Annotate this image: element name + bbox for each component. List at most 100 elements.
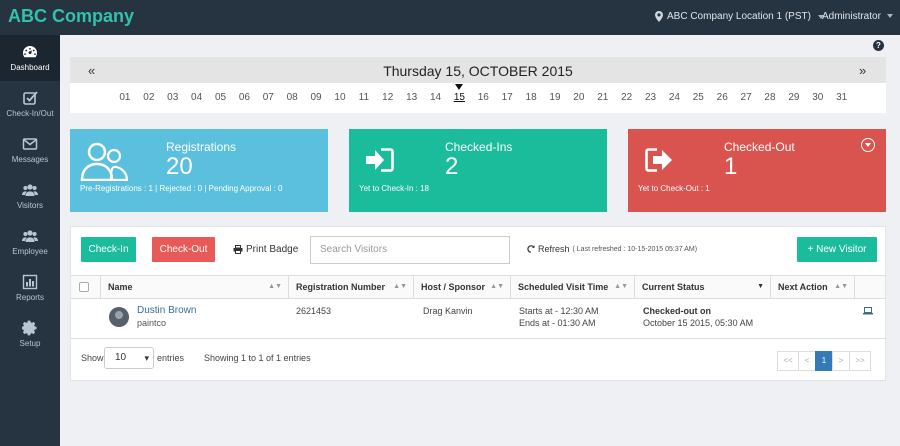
column-header-name[interactable]: Name ▲▼: [101, 276, 289, 298]
day-16[interactable]: 16: [471, 92, 495, 103]
day-04[interactable]: 04: [185, 92, 209, 103]
day-08[interactable]: 08: [280, 92, 304, 103]
column-header-next-action[interactable]: Next Action ▲▼: [771, 276, 855, 298]
day-14[interactable]: 14: [424, 92, 448, 103]
column-label: Current Status: [642, 282, 705, 292]
day-20[interactable]: 20: [567, 92, 591, 103]
location-label: ABC Company Location 1 (PST): [667, 11, 811, 22]
last-page-button[interactable]: >>: [849, 351, 871, 371]
page-1-button[interactable]: 1: [815, 351, 833, 371]
sidebar-item-reports[interactable]: Reports: [0, 265, 60, 311]
sidebar-item-label: Employee: [12, 247, 48, 256]
day-25[interactable]: 25: [686, 92, 710, 103]
brand-logo[interactable]: ABC Company: [8, 6, 134, 27]
users-icon: [22, 230, 38, 242]
next-page-button[interactable]: >: [832, 351, 850, 371]
chevron-down-circle-icon[interactable]: [861, 138, 875, 152]
day-22[interactable]: 22: [615, 92, 639, 103]
current-date-title: Thursday 15, OCTOBER 2015: [383, 63, 573, 79]
day-21[interactable]: 21: [591, 92, 615, 103]
day-02[interactable]: 02: [137, 92, 161, 103]
search-input[interactable]: Search Visitors: [310, 236, 510, 264]
day-29[interactable]: 29: [782, 92, 806, 103]
refresh-icon: [527, 245, 535, 253]
help-icon[interactable]: ?: [873, 40, 884, 51]
day-12[interactable]: 12: [376, 92, 400, 103]
day-11[interactable]: 11: [352, 92, 376, 103]
day-09[interactable]: 09: [304, 92, 328, 103]
showing-info: Showing 1 to 1 of 1 entries: [204, 353, 311, 363]
sidebar-item-employee[interactable]: Employee: [0, 219, 60, 265]
laptop-icon[interactable]: [863, 307, 873, 315]
checked-out-card[interactable]: Checked-Out 1 Yet to Check-Out : 1: [628, 129, 886, 212]
day-17[interactable]: 17: [495, 92, 519, 103]
checked-in-label: Checked-Ins: [445, 140, 513, 154]
new-visitor-button[interactable]: + New Visitor: [797, 237, 877, 262]
visitor-name-link[interactable]: Dustin Brown: [137, 305, 196, 316]
user-label: Administrator: [822, 11, 881, 22]
visitor-company: paintco: [137, 318, 167, 328]
day-03[interactable]: 03: [161, 92, 185, 103]
prev-page-button[interactable]: <: [798, 351, 816, 371]
map-pin-icon: [655, 11, 663, 22]
day-31[interactable]: 31: [830, 92, 854, 103]
day-27[interactable]: 27: [734, 92, 758, 103]
day-19[interactable]: 19: [543, 92, 567, 103]
location-selector[interactable]: ABC Company Location 1 (PST): [655, 11, 824, 22]
sort-icon: ▲▼: [268, 283, 282, 290]
select-all-checkbox[interactable]: [79, 282, 89, 292]
day-18[interactable]: 18: [519, 92, 543, 103]
entries-select[interactable]: 10: [104, 347, 154, 369]
sidebar: Dashboard Check-In/Out Messages Visitors…: [0, 35, 60, 446]
sidebar-item-label: Visitors: [16, 201, 44, 210]
refresh-label: Refresh: [538, 244, 570, 254]
checked-in-count: 2: [445, 153, 459, 180]
day-07[interactable]: 07: [256, 92, 280, 103]
prev-month-button[interactable]: «: [88, 63, 95, 78]
check-in-button[interactable]: Check-In: [81, 237, 136, 262]
sidebar-item-dashboard[interactable]: Dashboard: [0, 35, 60, 81]
user-menu[interactable]: Administrator: [822, 11, 893, 22]
day-10[interactable]: 10: [328, 92, 352, 103]
print-badge-label: Print Badge: [246, 244, 299, 255]
top-bar: ABC Company ABC Company Location 1 (PST)…: [0, 0, 900, 35]
sidebar-item-label: Reports: [15, 293, 44, 302]
check-out-button[interactable]: Check-Out: [152, 237, 215, 262]
sign-in-icon: [366, 148, 394, 172]
day-23[interactable]: 23: [639, 92, 663, 103]
column-header-scheduled-visit-time[interactable]: Scheduled Visit Time ▲▼: [511, 276, 635, 298]
next-month-button[interactable]: »: [859, 63, 866, 78]
sidebar-item-label: Dashboard: [10, 63, 50, 72]
print-badge-button[interactable]: Print Badge: [233, 237, 301, 262]
day-30[interactable]: 30: [806, 92, 830, 103]
pagination: << < 1 > >>: [777, 351, 871, 371]
day-01[interactable]: 01: [113, 92, 137, 103]
sidebar-item-messages[interactable]: Messages: [0, 127, 60, 173]
day-15[interactable]: 15: [447, 84, 471, 103]
refresh-button[interactable]: Refresh ( Last refreshed : 10-15-2015 05…: [527, 244, 697, 254]
first-page-button[interactable]: <<: [777, 351, 799, 371]
day-24[interactable]: 24: [662, 92, 686, 103]
day-06[interactable]: 06: [232, 92, 256, 103]
sidebar-item-label: Messages: [11, 155, 49, 164]
checked-in-card[interactable]: Checked-Ins 2 Yet to Check-In : 18: [349, 129, 607, 212]
column-header-host[interactable]: Host / Sponsor ▲▼: [414, 276, 511, 298]
registrations-summary: Pre-Registrations : 1 | Rejected : 0 | P…: [80, 184, 283, 193]
sidebar-item-visitors[interactable]: Visitors: [0, 173, 60, 219]
day-26[interactable]: 26: [710, 92, 734, 103]
sidebar-item-label: Setup: [19, 339, 41, 348]
select-all-cell: [71, 276, 101, 298]
column-header-registration-number[interactable]: Registration Number ▲▼: [289, 276, 414, 298]
day-13[interactable]: 13: [400, 92, 424, 103]
table-row[interactable]: Dustin Brown paintco 2621453 Drag Kanvin…: [71, 299, 885, 339]
registrations-card[interactable]: Registrations 20 Pre-Registrations : 1 |…: [70, 129, 328, 212]
day-05[interactable]: 05: [209, 92, 233, 103]
sidebar-item-setup[interactable]: Setup: [0, 311, 60, 357]
sort-icon: ▲▼: [614, 283, 628, 290]
sort-icon: ▲▼: [393, 283, 407, 290]
visit-end: Ends at - 01:30 AM: [519, 318, 596, 328]
day-28[interactable]: 28: [758, 92, 782, 103]
column-header-current-status[interactable]: Current Status ▼: [635, 276, 771, 298]
sidebar-item-check-in-out[interactable]: Check-In/Out: [0, 81, 60, 127]
envelope-icon: [22, 138, 38, 150]
